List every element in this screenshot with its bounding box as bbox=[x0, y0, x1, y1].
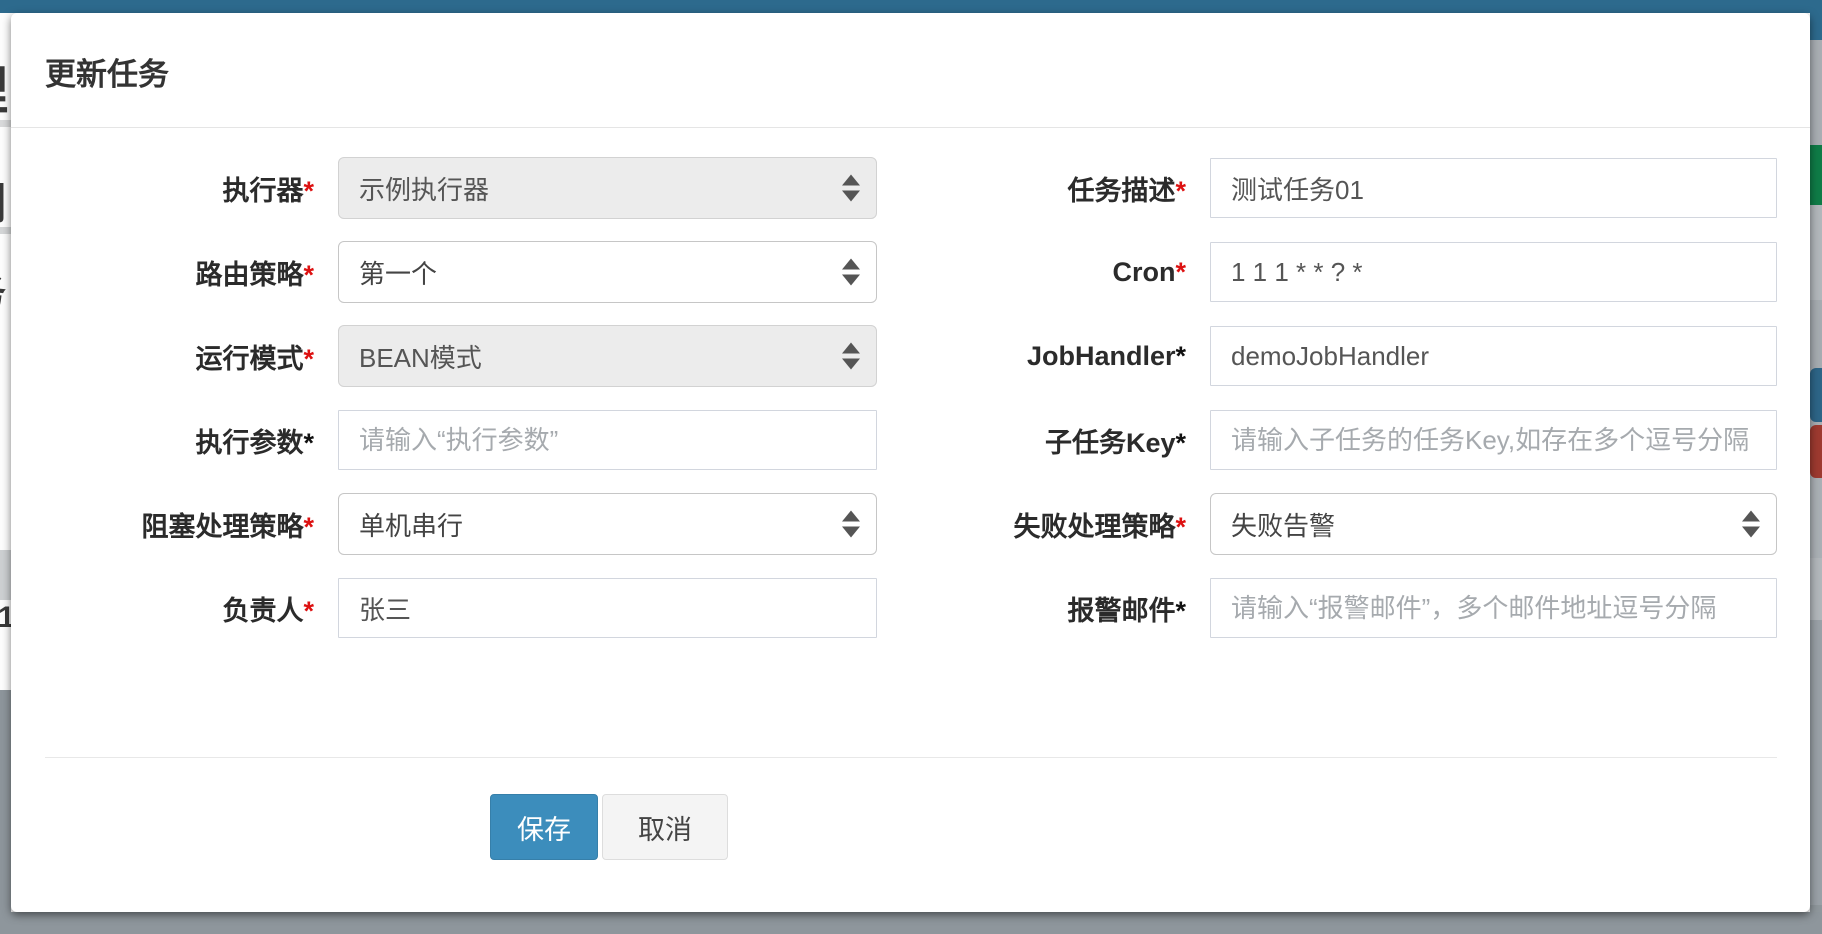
background-block-fragment bbox=[1810, 40, 1822, 145]
field-label: 子任务Key* bbox=[911, 421, 1210, 460]
form-group-alarm-email: 报警邮件* bbox=[911, 578, 1777, 638]
field-label: 任务描述* bbox=[911, 169, 1210, 208]
exec-param-input[interactable] bbox=[338, 410, 877, 470]
form-group-route-strategy: 路由策略* 第一个 bbox=[45, 242, 877, 302]
background-block-fragment bbox=[1810, 558, 1822, 620]
block-strategy-select-value: 单机串行 bbox=[359, 506, 463, 543]
executor-select[interactable]: 示例执行器 bbox=[338, 157, 877, 219]
background-left-strip: 理 例 务 1 bbox=[0, 13, 11, 912]
form-group-block-strategy: 阻塞处理策略* 单机串行 bbox=[45, 494, 877, 554]
form-group-cron: Cron* bbox=[911, 242, 1777, 302]
save-button[interactable]: 保存 bbox=[490, 794, 598, 860]
fail-strategy-select[interactable]: 失败告警 bbox=[1210, 493, 1777, 555]
modal-body: 执行器* 示例执行器 路由策略* 第一个 运行模 bbox=[11, 128, 1810, 912]
background-text-fragment: 理 bbox=[0, 49, 8, 124]
background-block-fragment bbox=[1810, 620, 1822, 905]
green-button-fragment bbox=[1810, 145, 1822, 205]
blue-button-fragment bbox=[1810, 368, 1822, 422]
background-text-fragment: 例 bbox=[0, 171, 6, 232]
select-arrows-icon bbox=[842, 511, 860, 538]
alarm-email-input[interactable] bbox=[1210, 578, 1777, 638]
background-block-fragment bbox=[0, 690, 11, 912]
cancel-button[interactable]: 取消 bbox=[602, 794, 728, 860]
modal-title: 更新任务 bbox=[45, 57, 169, 92]
background-block-fragment bbox=[1810, 478, 1822, 558]
fail-strategy-select-value: 失败告警 bbox=[1231, 506, 1335, 543]
select-arrows-icon bbox=[842, 259, 860, 286]
job-desc-input[interactable] bbox=[1210, 158, 1777, 218]
update-job-modal: 更新任务 执行器* 示例执行器 路由策略* 第一个 bbox=[11, 13, 1810, 912]
field-label: 失败处理策略* bbox=[911, 505, 1210, 544]
field-label: 报警邮件* bbox=[911, 589, 1210, 628]
form-group-owner: 负责人* bbox=[45, 578, 877, 638]
field-label: 执行参数* bbox=[45, 421, 338, 460]
form-group-jobhandler: JobHandler* bbox=[911, 326, 1777, 386]
modal-backdrop bbox=[0, 912, 1822, 934]
form-group-executor: 执行器* 示例执行器 bbox=[45, 158, 877, 218]
select-arrows-icon bbox=[1742, 511, 1760, 538]
form-group-exec-param: 执行参数* bbox=[45, 410, 877, 470]
route-strategy-select-value: 第一个 bbox=[359, 254, 437, 291]
background-divider-fragment bbox=[0, 227, 11, 234]
child-jobkey-input[interactable] bbox=[1210, 410, 1777, 470]
run-mode-select-value: BEAN模式 bbox=[359, 338, 482, 375]
background-block-fragment bbox=[1810, 205, 1822, 300]
field-label: 阻塞处理策略* bbox=[45, 505, 338, 544]
background-right-strip bbox=[1810, 0, 1822, 934]
field-label: 运行模式* bbox=[45, 337, 338, 376]
field-label: 负责人* bbox=[45, 589, 338, 628]
footer-divider bbox=[45, 757, 1777, 758]
field-label: Cron* bbox=[911, 257, 1210, 288]
field-label: 执行器* bbox=[45, 169, 338, 208]
form-group-job-desc: 任务描述* bbox=[911, 158, 1777, 218]
field-label: JobHandler* bbox=[911, 341, 1210, 372]
jobhandler-input[interactable] bbox=[1210, 326, 1777, 386]
background-divider-fragment bbox=[0, 120, 11, 127]
select-arrows-icon bbox=[842, 175, 860, 202]
background-block-fragment bbox=[1810, 300, 1822, 368]
form-group-child-jobkey: 子任务Key* bbox=[911, 410, 1777, 470]
form-column-left: 执行器* 示例执行器 路由策略* 第一个 运行模 bbox=[45, 158, 877, 662]
form-group-fail-strategy: 失败处理策略* 失败告警 bbox=[911, 494, 1777, 554]
background-text-fragment: 1 bbox=[0, 601, 11, 635]
navbar-fragment bbox=[1810, 0, 1822, 40]
red-button-fragment bbox=[1810, 425, 1822, 478]
form-group-run-mode: 运行模式* BEAN模式 bbox=[45, 326, 877, 386]
background-block-fragment bbox=[0, 550, 11, 600]
route-strategy-select[interactable]: 第一个 bbox=[338, 241, 877, 303]
owner-input[interactable] bbox=[338, 578, 877, 638]
navbar-strip bbox=[0, 0, 1822, 13]
block-strategy-select[interactable]: 单机串行 bbox=[338, 493, 877, 555]
select-arrows-icon bbox=[842, 343, 860, 370]
field-label: 路由策略* bbox=[45, 253, 338, 292]
cron-input[interactable] bbox=[1210, 242, 1777, 302]
background-text-fragment: 务 bbox=[0, 261, 6, 319]
executor-select-value: 示例执行器 bbox=[359, 170, 489, 207]
run-mode-select[interactable]: BEAN模式 bbox=[338, 325, 877, 387]
form-column-right: 任务描述* Cron* JobHandler* 子任务Key* bbox=[911, 158, 1777, 662]
modal-header: 更新任务 bbox=[11, 13, 1810, 128]
